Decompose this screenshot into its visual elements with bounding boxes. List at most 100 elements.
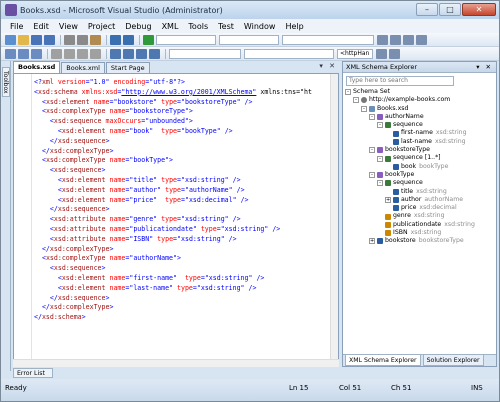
- save-icon[interactable]: [31, 34, 42, 45]
- find-in-files-icon[interactable]: [377, 34, 388, 45]
- find-combo[interactable]: [282, 34, 374, 45]
- expand-icon[interactable]: +: [369, 238, 375, 245]
- code-line[interactable]: <xsd:element name="title" type="xsd:stri…: [34, 176, 330, 186]
- tree-node[interactable]: publicationdate xsd:string: [345, 221, 494, 229]
- code-line[interactable]: <xsd:element name="author" type="authorN…: [34, 186, 330, 196]
- redo-icon[interactable]: [123, 34, 134, 45]
- clear-bookmarks-icon[interactable]: [149, 48, 160, 59]
- debug-xslt-icon[interactable]: [376, 48, 387, 59]
- tree-node[interactable]: ISBN xsd:string: [345, 229, 494, 237]
- collapse-icon[interactable]: -: [345, 89, 351, 96]
- properties-icon[interactable]: [403, 34, 414, 45]
- menu-xml[interactable]: XML: [157, 22, 184, 31]
- code-line[interactable]: </xsd:sequence>: [34, 205, 330, 215]
- bookmark-icon[interactable]: [110, 48, 121, 59]
- tree-node[interactable]: - sequence: [345, 179, 494, 187]
- expand-icon[interactable]: +: [385, 197, 391, 203]
- tree-node[interactable]: + bookstore bookstoreType: [345, 237, 494, 245]
- tree-node[interactable]: - http://example-books.com: [345, 96, 494, 104]
- code-line[interactable]: </xsd:sequence>: [34, 294, 330, 304]
- new-project-icon[interactable]: [5, 34, 16, 45]
- open-file-icon[interactable]: [18, 34, 29, 45]
- code-line[interactable]: <xsd:sequence>: [34, 166, 330, 176]
- collapse-icon[interactable]: -: [369, 147, 375, 154]
- code-line[interactable]: <?xml version="1.0" encoding="utf-8"?>: [34, 78, 330, 88]
- collapse-icon[interactable]: -: [353, 97, 359, 104]
- menu-project[interactable]: Project: [83, 22, 120, 31]
- save-all-icon[interactable]: [44, 34, 55, 45]
- code-line[interactable]: <xsd:element name="first-name" type="xsd…: [34, 274, 330, 284]
- code-line[interactable]: <xsd:element name="bookstore" type="book…: [34, 98, 330, 108]
- menu-view[interactable]: View: [54, 22, 83, 31]
- code-line[interactable]: <xsd:attribute name="publicationdate" ty…: [34, 225, 330, 235]
- code-line[interactable]: <xsd:sequence maxOccurs="unbounded">: [34, 117, 330, 127]
- code-line[interactable]: <xsd:element name="price" type="xsd:deci…: [34, 196, 330, 206]
- xml-schema-icon[interactable]: [5, 48, 16, 59]
- code-editor[interactable]: <?xml version="1.0" encoding="utf-8"?> <x…: [13, 73, 339, 367]
- tab-xml-schema-explorer[interactable]: XML Schema Explorer: [345, 355, 421, 366]
- outdent-icon[interactable]: [64, 48, 75, 59]
- tab-start-page[interactable]: Start Page: [105, 62, 150, 73]
- code-line[interactable]: <xsd:element name="book" type="bookType"…: [34, 127, 330, 137]
- code-line[interactable]: </xsd:complexType>: [34, 245, 330, 255]
- comment-icon[interactable]: [77, 48, 88, 59]
- collapse-icon[interactable]: -: [369, 172, 375, 179]
- tree-node[interactable]: price xsd:decimal: [345, 204, 494, 212]
- code-line[interactable]: <xsd:complexType name="bookType">: [34, 156, 330, 166]
- tree-node[interactable]: - bookstoreType: [345, 146, 494, 154]
- paste-icon[interactable]: [90, 34, 101, 45]
- menu-tools[interactable]: Tools: [183, 22, 213, 31]
- solution-explorer-icon[interactable]: [390, 34, 401, 45]
- menu-debug[interactable]: Debug: [120, 22, 156, 31]
- code-line[interactable]: <xsd:element name="last-name" type="xsd:…: [34, 284, 330, 294]
- tree-node[interactable]: last-name xsd:string: [345, 138, 494, 146]
- tab-controls[interactable]: ▾ ✕: [319, 62, 337, 70]
- tree-node[interactable]: genre xsd:string: [345, 212, 494, 220]
- tab-solution-explorer[interactable]: Solution Explorer: [422, 355, 484, 366]
- collapse-icon[interactable]: -: [377, 122, 383, 129]
- menu-window[interactable]: Window: [239, 22, 281, 31]
- menu-test[interactable]: Test: [213, 22, 239, 31]
- xml-validate-icon[interactable]: [18, 48, 29, 59]
- uncomment-icon[interactable]: [90, 48, 101, 59]
- code-line[interactable]: </xsd:complexType>: [34, 303, 330, 313]
- vertical-scrollbar[interactable]: [330, 74, 338, 366]
- horizontal-scrollbar[interactable]: [13, 359, 339, 367]
- xml-code[interactable]: <?xml version="1.0" encoding="utf-8"?> <x…: [34, 78, 330, 323]
- code-line[interactable]: <xsd:schema xmlns:xsd="http://www.w3.org…: [34, 88, 330, 98]
- tree-node[interactable]: book bookType: [345, 163, 494, 171]
- xml-format-icon[interactable]: [31, 48, 42, 59]
- code-line[interactable]: </xsd:sequence>: [34, 137, 330, 147]
- copy-icon[interactable]: [77, 34, 88, 45]
- code-line[interactable]: <xsd:attribute name="ISBN" type="xsd:str…: [34, 235, 330, 245]
- cut-icon[interactable]: [64, 34, 75, 45]
- tree-node[interactable]: - Books.xsd: [345, 105, 494, 113]
- collapse-icon[interactable]: -: [377, 155, 383, 162]
- tree-node[interactable]: first-name xsd:string: [345, 129, 494, 137]
- maximize-button[interactable]: □: [439, 3, 461, 16]
- tree-node[interactable]: - authorName: [345, 113, 494, 121]
- code-line[interactable]: </xsd:schema>: [34, 313, 330, 323]
- code-line[interactable]: <xsd:sequence>: [34, 264, 330, 274]
- tree-node[interactable]: title xsd:string: [345, 188, 494, 196]
- menu-file[interactable]: File: [5, 22, 28, 31]
- toolbox-tab[interactable]: Toolbox: [2, 67, 10, 97]
- tab-books-xml[interactable]: Books.xml: [61, 62, 105, 73]
- collapse-icon[interactable]: -: [369, 114, 375, 121]
- collapse-icon[interactable]: -: [361, 105, 367, 112]
- next-bookmark-icon[interactable]: [136, 48, 147, 59]
- menu-edit[interactable]: Edit: [28, 22, 54, 31]
- indent-icon[interactable]: [51, 48, 62, 59]
- code-line[interactable]: <xsd:complexType name="bookstoreType">: [34, 107, 330, 117]
- close-button[interactable]: ✕: [462, 3, 496, 16]
- tree-node[interactable]: - sequence [1..*]: [345, 154, 494, 162]
- schema-search-input[interactable]: [346, 75, 454, 86]
- xslt-combo[interactable]: [169, 48, 241, 59]
- error-list-tab[interactable]: Error List: [13, 368, 53, 378]
- output-combo[interactable]: [244, 48, 334, 59]
- start-debug-icon[interactable]: [143, 34, 154, 45]
- namespace-combo[interactable]: <httpHan: [337, 48, 373, 59]
- collapse-icon[interactable]: -: [377, 180, 383, 187]
- code-line[interactable]: <xsd:complexType name="authorName">: [34, 254, 330, 264]
- tree-node[interactable]: - sequence: [345, 121, 494, 129]
